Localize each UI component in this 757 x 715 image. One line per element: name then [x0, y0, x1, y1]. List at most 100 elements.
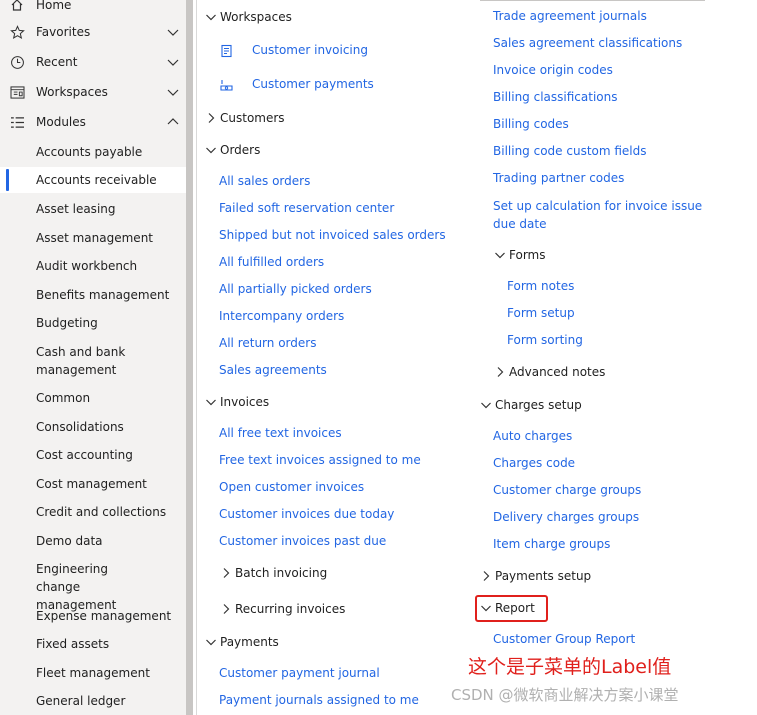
- link-open-customer-invoices[interactable]: Open customer invoices: [219, 480, 364, 494]
- module-engineering-change-management[interactable]: Engineering change management: [0, 560, 150, 614]
- clock-icon: [9, 54, 25, 70]
- group-batch-invoicing[interactable]: Batch invoicing: [220, 566, 327, 580]
- link-payment-journals-assigned[interactable]: Payment journals assigned to me: [219, 693, 419, 707]
- module-fixed-assets[interactable]: Fixed assets: [0, 635, 186, 653]
- chevron-right-icon: [223, 568, 230, 578]
- link-shipped-not-invoiced[interactable]: Shipped but not invoiced sales orders: [219, 228, 446, 242]
- link-invoice-origin-codes[interactable]: Invoice origin codes: [493, 63, 613, 77]
- link-form-sorting[interactable]: Form sorting: [507, 333, 583, 347]
- divider: [480, 0, 705, 1]
- module-asset-management[interactable]: Asset management: [0, 229, 186, 247]
- pane-scrollbar[interactable]: [186, 0, 193, 715]
- section-customers[interactable]: Customers: [205, 111, 285, 125]
- group-advanced-notes-label: Advanced notes: [509, 365, 606, 379]
- link-delivery-charges-groups[interactable]: Delivery charges groups: [493, 510, 639, 524]
- module-audit-workbench[interactable]: Audit workbench: [0, 257, 186, 275]
- chevron-down-icon: [206, 399, 216, 406]
- divider: [196, 0, 197, 715]
- link-auto-charges[interactable]: Auto charges: [493, 429, 572, 443]
- nav-modules[interactable]: Modules: [0, 108, 186, 136]
- highlight-box: [475, 595, 548, 622]
- nav-workspaces[interactable]: Workspaces: [0, 78, 186, 106]
- payment-icon: [220, 80, 233, 91]
- link-billing-codes[interactable]: Billing codes: [493, 117, 569, 131]
- module-cost-management[interactable]: Cost management: [0, 475, 186, 493]
- module-budgeting[interactable]: Budgeting: [0, 314, 186, 332]
- link-form-notes[interactable]: Form notes: [507, 279, 574, 293]
- link-customer-invoices-past-due[interactable]: Customer invoices past due: [219, 534, 386, 548]
- watermark: CSDN @微软商业解决方案小课堂: [451, 686, 679, 704]
- chevron-down-icon: [206, 147, 216, 154]
- nav-recent[interactable]: Recent: [0, 48, 186, 76]
- link-all-return-orders[interactable]: All return orders: [219, 336, 316, 350]
- section-orders-label: Orders: [220, 143, 261, 157]
- module-common[interactable]: Common: [0, 389, 186, 407]
- section-orders[interactable]: Orders: [205, 143, 260, 157]
- module-accounts-payable[interactable]: Accounts payable: [0, 143, 186, 161]
- navigation-pane: Home Favorites Recent Workspaces Modules…: [0, 0, 186, 715]
- link-customer-invoices-due-today[interactable]: Customer invoices due today: [219, 507, 394, 521]
- section-invoices-label: Invoices: [220, 395, 270, 409]
- section-customers-label: Customers: [220, 111, 285, 125]
- module-credit-and-collections[interactable]: Credit and collections: [0, 503, 186, 521]
- link-all-fulfilled-orders[interactable]: All fulfilled orders: [219, 255, 324, 269]
- nav-favorites[interactable]: Favorites: [0, 18, 186, 46]
- module-asset-leasing[interactable]: Asset leasing: [0, 200, 186, 218]
- link-failed-soft-reservation-center[interactable]: Failed soft reservation center: [219, 201, 394, 215]
- section-invoices[interactable]: Invoices: [205, 395, 269, 409]
- section-payments-setup[interactable]: Payments setup: [480, 569, 591, 583]
- module-accounts-receivable[interactable]: Accounts receivable: [0, 167, 186, 193]
- link-trade-agreement-journals[interactable]: Trade agreement journals: [493, 9, 647, 23]
- link-intercompany-orders[interactable]: Intercompany orders: [219, 309, 344, 323]
- nav-recent-label: Recent: [36, 55, 78, 69]
- chevron-down-icon[interactable]: [166, 85, 180, 99]
- section-payments[interactable]: Payments: [205, 635, 279, 649]
- group-advanced-notes[interactable]: Advanced notes: [494, 365, 605, 379]
- home-icon: [9, 0, 25, 13]
- link-all-free-text-invoices[interactable]: All free text invoices: [219, 426, 342, 440]
- chevron-right-icon: [208, 113, 215, 123]
- chevron-down-icon: [206, 639, 216, 646]
- link-charges-code[interactable]: Charges code: [493, 456, 575, 470]
- workspace-link-customer-payments[interactable]: Customer payments: [252, 77, 374, 91]
- module-demo-data[interactable]: Demo data: [0, 532, 186, 550]
- module-consolidations[interactable]: Consolidations: [0, 418, 186, 436]
- link-item-charge-groups[interactable]: Item charge groups: [493, 537, 610, 551]
- group-forms-label: Forms: [509, 248, 546, 262]
- group-batch-invoicing-label: Batch invoicing: [235, 566, 328, 580]
- module-cash-and-bank-management[interactable]: Cash and bank management: [0, 343, 186, 379]
- group-forms[interactable]: Forms: [494, 248, 545, 262]
- section-workspaces[interactable]: Workspaces: [205, 10, 292, 24]
- link-billing-code-custom-fields[interactable]: Billing code custom fields: [493, 144, 647, 158]
- nav-modules-label: Modules: [36, 115, 86, 129]
- link-form-setup[interactable]: Form setup: [507, 306, 575, 320]
- chevron-down-icon[interactable]: [166, 55, 180, 69]
- link-customer-charge-groups[interactable]: Customer charge groups: [493, 483, 641, 497]
- link-customer-group-report[interactable]: Customer Group Report: [493, 632, 635, 646]
- link-billing-classifications[interactable]: Billing classifications: [493, 90, 617, 104]
- link-sales-agreement-classifications[interactable]: Sales agreement classifications: [493, 36, 682, 50]
- link-trading-partner-codes[interactable]: Trading partner codes: [493, 171, 624, 185]
- nav-workspaces-label: Workspaces: [36, 85, 108, 99]
- module-benefits-management[interactable]: Benefits management: [0, 286, 186, 304]
- group-recurring-invoices[interactable]: Recurring invoices: [220, 602, 345, 616]
- nav-home[interactable]: Home: [0, 0, 186, 19]
- invoice-icon: [221, 44, 232, 58]
- module-general-ledger[interactable]: General ledger: [0, 692, 186, 710]
- workspace-link-customer-invoicing[interactable]: Customer invoicing: [252, 43, 368, 57]
- nav-favorites-label: Favorites: [36, 25, 91, 39]
- link-all-partially-picked-orders[interactable]: All partially picked orders: [219, 282, 372, 296]
- section-workspaces-label: Workspaces: [220, 10, 292, 24]
- link-all-sales-orders[interactable]: All sales orders: [219, 174, 310, 188]
- link-customer-payment-journal[interactable]: Customer payment journal: [219, 666, 380, 680]
- module-fleet-management[interactable]: Fleet management: [0, 664, 186, 682]
- link-set-up-calculation-invoice-due-date[interactable]: Set up calculation for invoice issue due…: [493, 197, 703, 233]
- section-charges-setup[interactable]: Charges setup: [480, 398, 582, 412]
- chevron-right-icon: [483, 571, 490, 581]
- link-sales-agreements[interactable]: Sales agreements: [219, 363, 327, 377]
- module-expense-management[interactable]: Expense management: [0, 607, 186, 625]
- chevron-down-icon[interactable]: [166, 25, 180, 39]
- link-free-text-invoices-assigned[interactable]: Free text invoices assigned to me: [219, 453, 421, 467]
- module-cost-accounting[interactable]: Cost accounting: [0, 446, 186, 464]
- chevron-up-icon[interactable]: [166, 115, 180, 129]
